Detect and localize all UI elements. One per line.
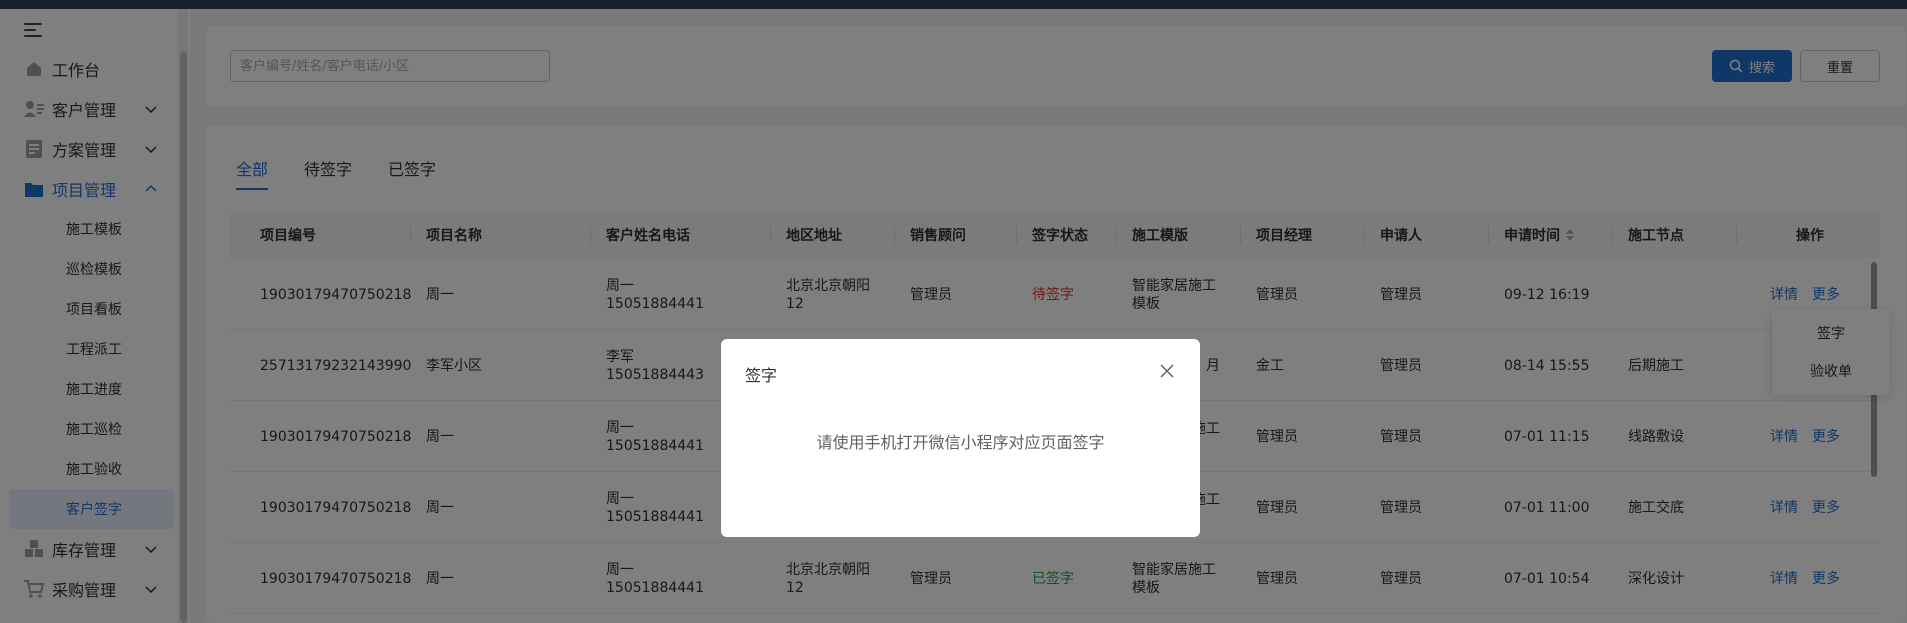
sign-dialog: 签字 请使用手机打开微信小程序对应页面签字 (721, 339, 1200, 537)
dialog-title: 签字 (745, 366, 778, 385)
dialog-message: 请使用手机打开微信小程序对应页面签字 (816, 433, 1105, 452)
close-icon[interactable] (1159, 363, 1175, 379)
